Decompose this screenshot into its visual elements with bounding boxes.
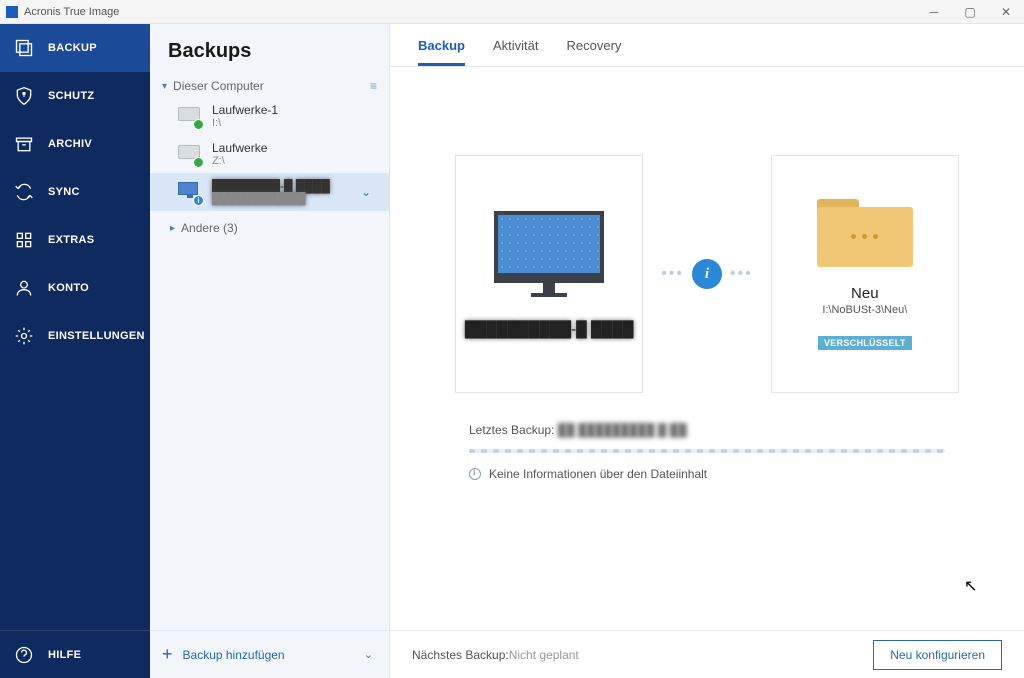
sidebar-label: EINSTELLUNGEN (48, 330, 145, 342)
backup-item-laufwerke[interactable]: Laufwerke Z:\ (150, 135, 389, 173)
group-label: Dieser Computer (173, 79, 264, 93)
tab-activity[interactable]: Aktivität (493, 38, 539, 66)
tab-backup[interactable]: Backup (418, 38, 465, 66)
main-sidebar: BACKUP SCHUTZ ARCHIV SYNC EXTRAS KONTO E… (0, 24, 150, 678)
content-area: Backup Aktivität Recovery ██████████-█ █… (390, 24, 1024, 678)
configure-button[interactable]: Neu konfigurieren (873, 640, 1002, 670)
transfer-indicator: ••• i ••• (661, 259, 753, 289)
next-backup-label: Nächstes Backup: (412, 648, 509, 662)
backup-icon (14, 38, 34, 58)
info-text: Keine Informationen über den Dateiinhalt (489, 467, 707, 481)
dots-icon: ••• (730, 265, 753, 283)
backup-name: Laufwerke (212, 141, 267, 155)
sync-icon (14, 182, 34, 202)
next-backup-value: Nicht geplant (509, 648, 579, 662)
chevron-down-icon[interactable]: ⌄ (364, 648, 373, 661)
caret-down-icon: ▾ (162, 81, 167, 92)
monitor-icon (494, 211, 604, 297)
backup-item-laufwerke-1[interactable]: Laufwerke-1 I:\ (150, 97, 389, 135)
backup-name: ████████-█ ████ (212, 179, 330, 193)
content-tabs: Backup Aktivität Recovery (390, 24, 1024, 67)
sidebar-label: SCHUTZ (48, 90, 94, 102)
progress-bar (469, 449, 945, 453)
backup-item-selected[interactable]: i ████████-█ ████ ████████████ ⌄ (150, 173, 389, 211)
sidebar-label: ARCHIV (48, 138, 92, 150)
group-other[interactable]: ▸ Andere (3) (150, 217, 389, 239)
backup-path: Z:\ (212, 155, 267, 167)
last-backup-row: Letztes Backup: ██ █████████ █:██ (469, 423, 945, 437)
sidebar-label: BACKUP (48, 42, 97, 54)
sidebar-label: SYNC (48, 186, 80, 198)
backup-source-card[interactable]: ██████████-█ ████ (455, 155, 643, 393)
last-backup-value: ██ █████████ █:██ (558, 423, 687, 437)
computer-icon: i (178, 180, 202, 204)
archive-icon (14, 134, 34, 154)
backup-panel: ██████████-█ ████ ••• i ••• Neu I:\NoBUS… (390, 67, 1024, 630)
backup-destination-card[interactable]: Neu I:\NoBUSt-3\Neu\ VERSCHLÜSSELT (771, 155, 959, 393)
sidebar-label: KONTO (48, 282, 89, 294)
dots-icon: ••• (661, 265, 684, 283)
sidebar-item-account[interactable]: KONTO (0, 264, 150, 312)
group-this-computer[interactable]: ▾ Dieser Computer ≡ (150, 75, 389, 97)
content-footer: Nächstes Backup: Nicht geplant Neu konfi… (390, 630, 1024, 678)
plus-icon: + (162, 644, 173, 665)
caret-right-icon: ▸ (170, 223, 175, 234)
sidebar-item-archive[interactable]: ARCHIV (0, 120, 150, 168)
folder-icon (817, 199, 913, 267)
backup-path: I:\ (212, 117, 278, 129)
source-name: ██████████-█ ████ (465, 321, 634, 338)
backup-name: Laufwerke-1 (212, 103, 278, 117)
sidebar-label: EXTRAS (48, 234, 94, 246)
last-backup-label: Letztes Backup: (469, 423, 554, 437)
backups-column: Backups ▾ Dieser Computer ≡ Laufwerke-1 … (150, 24, 390, 678)
info-icon[interactable]: i (692, 259, 722, 289)
file-content-info: Keine Informationen über den Dateiinhalt (469, 467, 945, 481)
sidebar-item-protection[interactable]: SCHUTZ (0, 72, 150, 120)
app-icon (6, 6, 18, 18)
sidebar-label: HILFE (48, 649, 81, 661)
close-button[interactable]: ✕ (988, 0, 1024, 24)
shield-icon (14, 86, 34, 106)
info-small-icon (469, 468, 481, 480)
user-icon (14, 278, 34, 298)
grid-icon (14, 230, 34, 250)
help-icon (14, 645, 34, 665)
add-backup-label: Backup hinzufügen (183, 648, 285, 662)
backup-path: ████████████ (212, 193, 330, 205)
titlebar: Acronis True Image ─ ▢ ✕ (0, 0, 1024, 24)
dest-name: Neu (851, 285, 879, 302)
drive-icon (178, 104, 202, 128)
group-label: Andere (3) (181, 221, 238, 235)
gear-icon (14, 326, 34, 346)
sidebar-item-extras[interactable]: EXTRAS (0, 216, 150, 264)
chevron-down-icon[interactable]: ⌄ (361, 185, 371, 199)
list-menu-icon[interactable]: ≡ (370, 79, 377, 93)
minimize-button[interactable]: ─ (916, 0, 952, 24)
backups-heading: Backups (150, 24, 389, 75)
drive-icon (178, 142, 202, 166)
encrypted-badge: VERSCHLÜSSELT (818, 336, 912, 350)
sidebar-item-settings[interactable]: EINSTELLUNGEN (0, 312, 150, 360)
tab-recovery[interactable]: Recovery (566, 38, 621, 66)
app-title: Acronis True Image (24, 6, 119, 18)
sidebar-item-backup[interactable]: BACKUP (0, 24, 150, 72)
maximize-button[interactable]: ▢ (952, 0, 988, 24)
dest-path: I:\NoBUSt-3\Neu\ (822, 304, 907, 316)
sidebar-item-help[interactable]: HILFE (0, 630, 150, 678)
sidebar-item-sync[interactable]: SYNC (0, 168, 150, 216)
add-backup-bar[interactable]: + Backup hinzufügen ⌄ (150, 630, 389, 678)
